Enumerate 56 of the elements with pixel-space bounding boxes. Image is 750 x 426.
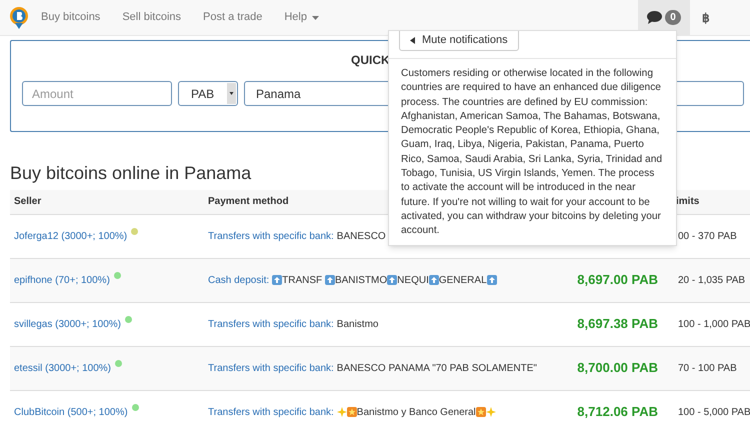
amount-field[interactable]: Amount: [22, 81, 172, 106]
sparkle-icon: [336, 407, 347, 417]
nav-link[interactable]: Sell bitcoins: [122, 9, 182, 26]
notification-count: 0: [665, 10, 681, 25]
speaker-icon: [410, 36, 415, 44]
nav-link[interactable]: Buy bitcoins: [41, 9, 100, 26]
seller-link[interactable]: Joferga12 (3000+; 100%): [14, 231, 128, 242]
payment-method-link[interactable]: Transfers with specific bank:: [208, 228, 334, 244]
seller-link[interactable]: epifhone (70+; 100%): [14, 275, 110, 286]
payment-details: NEQUI: [397, 274, 429, 288]
seller-link[interactable]: svillegas (3000+; 100%): [14, 319, 122, 330]
price: 8,700.00 PAB: [577, 359, 658, 378]
sparkle-icon: [486, 407, 496, 417]
star-icon: [346, 407, 357, 417]
column-header: Payment method: [208, 196, 289, 208]
arrow-up-icon: [324, 275, 335, 285]
caret-icon: [227, 83, 236, 104]
nav-link[interactable]: Post a trade: [203, 9, 262, 26]
page-heading: Buy bitcoins online in Panama: [10, 162, 252, 184]
trade-limits: 00 - 370 PAB: [678, 230, 737, 242]
payment-method-link[interactable]: Transfers with specific bank:: [208, 316, 334, 332]
price: 8,712.06 PAB: [577, 403, 658, 422]
payment-details: BANESCO PANAMA "70 PAB SOLAMENTE": [336, 362, 537, 376]
currency-select[interactable]: PAB: [178, 81, 238, 106]
payment-details: BANESCO: [336, 230, 386, 244]
seller-link[interactable]: ClubBitcoin (500+; 100%): [14, 407, 128, 418]
payment-method-link[interactable]: Cash deposit:: [208, 272, 270, 288]
mute-notifications-button[interactable]: Mute notifications: [399, 31, 519, 51]
price: 8,697.00 PAB: [577, 271, 658, 290]
trade-limits: 20 - 1,035 PAB: [678, 274, 746, 286]
payment-details: Banistmo: [336, 318, 378, 332]
currency-symbol: ฿: [702, 10, 710, 26]
panel-title: QUICK: [351, 52, 390, 69]
payment-details: TRANSF: [282, 274, 324, 288]
arrow-up-icon: [272, 275, 282, 285]
arrow-up-icon: [428, 275, 439, 285]
column-header: imits: [676, 196, 700, 208]
payment-method-link[interactable]: Transfers with specific bank:: [208, 404, 334, 420]
payment-method-link[interactable]: Transfers with specific bank:: [208, 360, 334, 376]
due-diligence-message: Customers residing or otherwise located in the following countries are required to have an enhanced due diligence process. The countries are defined by EU commission: Afghanistan, American Samoa, The Bahamas, Botswana, Democratic People's Republic of Korea, Ethiopia, Ghana, Guam, Iraq, Libya, Nigeria, Pakistan, Panama, Puerto Rico, Samoa, Saudi Arabia, Sri Lanka, Syria, Trinidad and Tobago, Tunisia, US Virgin Islands, Yemen. The process to activate the account will be introduced in the near future. If you're not willing to wait for your account to be activated, you can withdraw your bitcoins by deleting your account.: [400, 67, 664, 238]
bitcoin-logo-icon[interactable]: [9, 6, 29, 30]
arrow-up-icon: [486, 275, 497, 285]
payment-details: BANISTMO: [334, 274, 388, 288]
seller-link[interactable]: etessil (3000+; 100%): [14, 363, 112, 374]
trade-limits: 100 - 5,000 PAB: [678, 406, 750, 418]
arrow-up-icon: [387, 275, 398, 285]
trade-limits: 100 - 1,000 PAB: [678, 318, 750, 330]
trade-limits: 70 - 100 PAB: [678, 362, 737, 374]
star-icon: [476, 407, 486, 417]
chat-bubble-icon: [647, 11, 662, 24]
price: 8,697.38 PAB: [577, 315, 658, 334]
caret-icon: [312, 16, 319, 20]
column-header: Seller: [14, 196, 42, 208]
help-menu[interactable]: Help: [284, 9, 319, 26]
payment-details: GENERAL: [438, 274, 487, 288]
payment-details: Banistmo y Banco General: [356, 406, 476, 420]
